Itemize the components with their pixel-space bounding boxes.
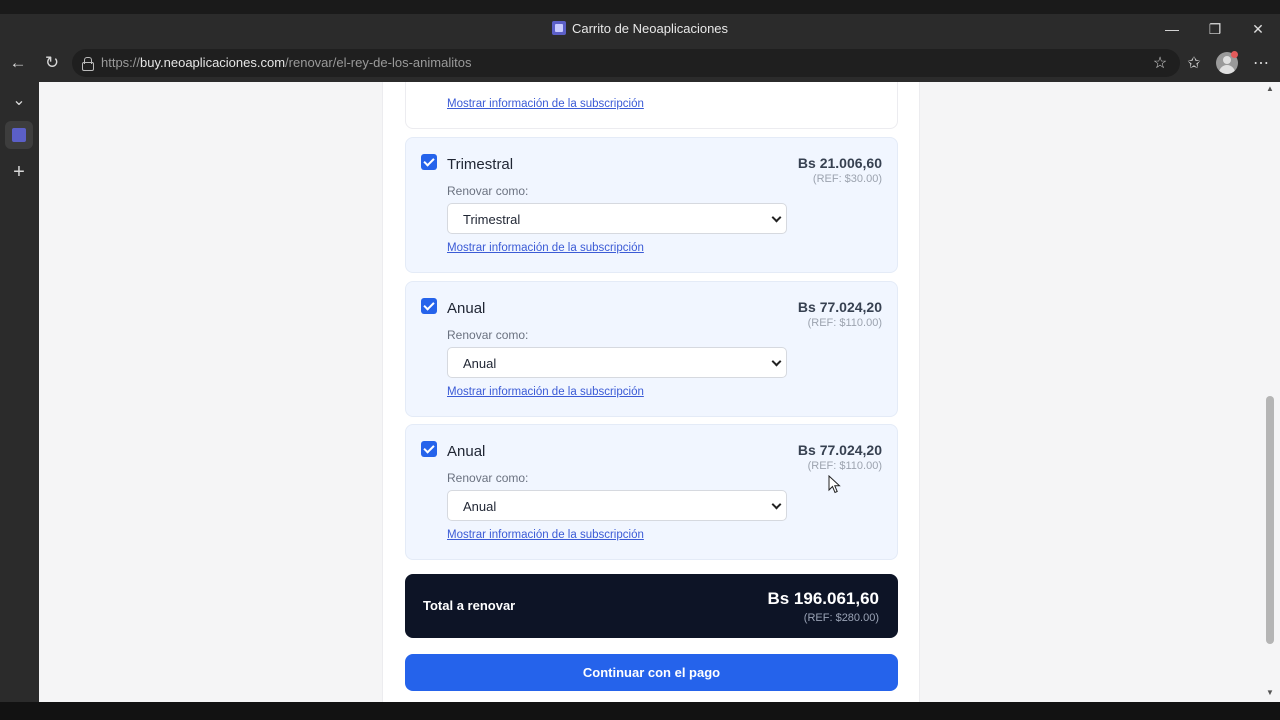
address-bar[interactable]: https://buy.neoaplicaciones.com/renovar/…: [72, 49, 1180, 77]
renew-label: Renovar como:: [447, 184, 529, 198]
subscription-info-link[interactable]: Mostrar información de la subscripción: [447, 529, 644, 541]
chevron-down-icon: [771, 499, 782, 510]
subscription-card: Anual Renovar como: Anual Mostrar inform…: [405, 281, 898, 417]
chevron-down-icon: [771, 356, 782, 367]
chevron-down-icon[interactable]: ⌄: [6, 88, 32, 114]
item-ref-price: (REF: $30.00): [812, 173, 882, 185]
favorites-icon[interactable]: ✩: [1183, 53, 1205, 75]
window-title-text: Carrito de Neoaplicaciones: [571, 21, 729, 36]
back-icon[interactable]: ←: [7, 52, 29, 74]
minimize-icon[interactable]: —: [1160, 18, 1184, 40]
tab-favicon: [12, 128, 26, 142]
title-bar: Carrito de Neoaplicaciones — ❐ ✕: [0, 14, 1280, 44]
item-ref-price: (REF: $110.00): [807, 460, 882, 472]
add-icon[interactable]: +: [6, 159, 32, 185]
page-scrollbar[interactable]: ▲ ▼: [1262, 82, 1280, 702]
cart-column: Mostrar información de la subscripción T…: [382, 82, 920, 702]
renew-select-value: Anual: [463, 356, 497, 371]
mouse-cursor-icon: [828, 475, 841, 494]
restore-icon[interactable]: ❐: [1203, 18, 1227, 40]
renew-label: Renovar como:: [447, 328, 529, 342]
item-price: Bs 77.024,20: [797, 299, 882, 315]
total-ref-price: (REF: $280.00): [803, 612, 879, 624]
more-icon[interactable]: ⋯: [1250, 53, 1272, 75]
scroll-up-icon[interactable]: ▲: [1265, 84, 1275, 94]
scrollbar-thumb[interactable]: [1266, 396, 1274, 644]
plan-name: Anual: [447, 300, 486, 317]
page-viewport: Mostrar información de la subscripción T…: [39, 82, 1262, 702]
url-text[interactable]: https://buy.neoaplicaciones.com/renovar/…: [101, 55, 471, 70]
continue-payment-button[interactable]: Continuar con el pago: [405, 654, 898, 691]
bottom-edge: [0, 702, 1280, 720]
tab-carrito[interactable]: [5, 121, 33, 149]
address-toolbar: ← ↻ https://buy.neoaplicaciones.com/reno…: [0, 44, 1280, 82]
close-icon[interactable]: ✕: [1246, 18, 1270, 40]
total-label: Total a renovar: [423, 598, 516, 613]
renew-select[interactable]: Anual: [447, 490, 787, 521]
renew-select[interactable]: Trimestral: [447, 203, 787, 234]
os-top-strip: [0, 0, 1280, 14]
renew-select-value: Trimestral: [463, 212, 521, 227]
lock-icon[interactable]: [82, 57, 94, 71]
reload-icon[interactable]: ↻: [41, 52, 63, 74]
item-price: Bs 21.006,60: [797, 155, 882, 171]
item-checkbox[interactable]: [421, 441, 437, 457]
item-checkbox[interactable]: [421, 298, 437, 314]
item-price: Bs 77.024,20: [797, 442, 882, 458]
plan-name: Trimestral: [447, 156, 514, 173]
star-icon[interactable]: ☆: [1149, 53, 1171, 75]
subscription-card: Anual Renovar como: Anual Mostrar inform…: [405, 424, 898, 560]
total-value: Bs 196.061,60: [767, 589, 879, 608]
renew-select-value: Anual: [463, 499, 497, 514]
window-title: Carrito de Neoaplicaciones: [0, 21, 1280, 36]
subscription-card: Trimestral Renovar como: Trimestral Most…: [405, 137, 898, 273]
notification-dot: [1231, 51, 1238, 58]
subscription-card: Mostrar información de la subscripción: [405, 82, 898, 129]
chevron-down-icon: [771, 212, 782, 223]
vertical-tabs-rail: ⌄ +: [0, 82, 39, 706]
app-favicon-icon: [551, 21, 566, 35]
item-ref-price: (REF: $110.00): [807, 317, 882, 329]
subscription-info-link[interactable]: Mostrar información de la subscripción: [447, 386, 644, 398]
renew-label: Renovar como:: [447, 471, 529, 485]
subscription-info-link[interactable]: Mostrar información de la subscripción: [447, 242, 644, 254]
scroll-down-icon[interactable]: ▼: [1265, 688, 1275, 698]
plan-name: Anual: [447, 443, 486, 460]
item-checkbox[interactable]: [421, 154, 437, 170]
total-summary: Total a renovar Bs 196.061,60 (REF: $280…: [405, 574, 898, 638]
renew-select[interactable]: Anual: [447, 347, 787, 378]
subscription-info-link[interactable]: Mostrar información de la subscripción: [447, 98, 644, 110]
